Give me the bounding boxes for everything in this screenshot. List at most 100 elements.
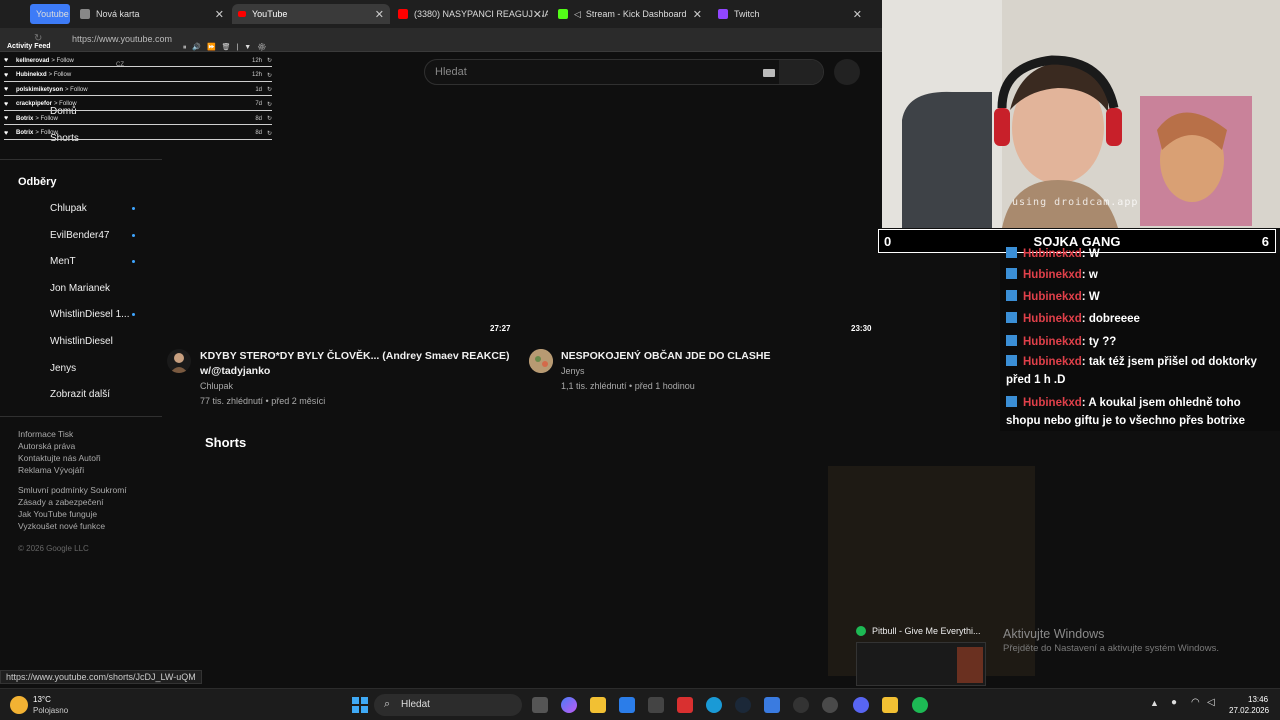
app-icon[interactable] bbox=[764, 697, 780, 713]
microphone-icon[interactable]: ● bbox=[1171, 697, 1177, 708]
windows-activation-title: Aktivujte Windows bbox=[1003, 627, 1105, 641]
search-input[interactable]: Hledat bbox=[435, 66, 467, 78]
kick-badge-icon bbox=[1006, 396, 1017, 407]
chat-overlay: Hubinekxd: W Hubinekxd: w Hubinekxd: W Hubi… bbox=[1000, 247, 1280, 431]
sidebar-item-subscription[interactable]: Chlupak bbox=[50, 203, 87, 214]
discord-icon[interactable] bbox=[853, 697, 869, 713]
tab-label: Nová karta bbox=[96, 9, 140, 19]
sidebar-item-subscription[interactable]: Jon Marianek bbox=[50, 283, 110, 294]
tab-kick[interactable]: ◁ Stream - Kick Dashboard ✕ bbox=[552, 4, 708, 24]
follow-action: > Follow bbox=[48, 72, 72, 78]
chat-username: Hubinekxd bbox=[1023, 291, 1082, 303]
copilot-icon[interactable] bbox=[561, 697, 577, 713]
tab-new[interactable]: Nová karta ✕ bbox=[74, 4, 230, 24]
twitch-icon bbox=[718, 9, 728, 19]
wifi-icon[interactable]: ◠ bbox=[1191, 697, 1200, 708]
keyboard-icon[interactable] bbox=[763, 69, 775, 77]
tab-twitch[interactable]: Twitch ✕ bbox=[712, 4, 868, 24]
taskbar-search[interactable]: ⌕ Hledat bbox=[374, 694, 522, 716]
volume-icon[interactable]: ◁ bbox=[1207, 697, 1215, 708]
footer-link[interactable]: Vyzkoušet nové funkce bbox=[18, 521, 105, 531]
sidebar-item-subscription[interactable]: WhistlinDiesel bbox=[50, 336, 113, 347]
close-icon[interactable]: ✕ bbox=[215, 8, 224, 21]
search-box[interactable]: Hledat bbox=[424, 59, 824, 85]
replay-icon[interactable]: ↻ bbox=[267, 72, 272, 79]
steam-icon[interactable] bbox=[735, 697, 751, 713]
chat-username: Hubinekxd bbox=[1023, 248, 1082, 260]
activity-feed-row: ♥ kellnerovad > Follow 12h ↻ bbox=[4, 55, 272, 67]
edge-icon[interactable] bbox=[706, 697, 722, 713]
replay-icon[interactable]: ↻ bbox=[267, 115, 272, 122]
search-button[interactable] bbox=[779, 60, 823, 84]
browser-tab-bar: Youtube Nová karta ✕ YouTube ✕ (3380) NA… bbox=[0, 0, 882, 28]
microphone-button[interactable] bbox=[834, 59, 860, 85]
chat-message: Hubinekxd: dobreeee bbox=[1006, 310, 1270, 328]
sidebar-item-subscription[interactable]: WhistlinDiesel 1... bbox=[50, 309, 129, 320]
sidebar-item-subscription[interactable]: Jenys bbox=[50, 363, 76, 374]
channel-name[interactable]: Jenys bbox=[561, 366, 585, 376]
sidebar-item-subscription[interactable]: Zobrazit další bbox=[50, 389, 110, 400]
windows-start-icon[interactable] bbox=[352, 697, 368, 713]
close-icon[interactable]: ✕ bbox=[693, 8, 702, 21]
chrome-icon[interactable] bbox=[822, 697, 838, 713]
replay-icon[interactable]: ↻ bbox=[267, 130, 272, 137]
heart-icon: ♥ bbox=[4, 115, 9, 122]
webcam-view: using droidcam.app bbox=[882, 0, 1280, 228]
replay-icon[interactable]: ↻ bbox=[267, 57, 272, 64]
channel-avatar[interactable] bbox=[529, 349, 553, 373]
file-explorer-icon[interactable] bbox=[590, 697, 606, 713]
taskbar: 13°C Polojasno ⌕ Hledat ▲ ● ◠ ◁ 13:46 27… bbox=[0, 688, 1280, 720]
footer-link[interactable]: Reklama Vývojáři bbox=[18, 465, 84, 475]
activity-feed-row: ♥ Botrix > Follow 8d ↻ bbox=[4, 113, 272, 125]
sidebar-item-subscription[interactable]: EvilBender47 bbox=[50, 230, 109, 241]
kick-badge-icon bbox=[1006, 247, 1017, 258]
activity-feed-controls[interactable]: ⏸ 🔊 ⏩ 🗑 | ▼ ⚙ bbox=[183, 43, 268, 52]
webcam-watermark: using droidcam.app bbox=[1012, 197, 1139, 208]
tab-youtube[interactable]: YouTube ✕ bbox=[232, 4, 390, 24]
kick-icon bbox=[558, 9, 568, 19]
channel-avatar[interactable] bbox=[167, 349, 191, 373]
follower-name: polskimiketyson bbox=[16, 86, 64, 93]
store-icon[interactable] bbox=[619, 697, 635, 713]
chat-text: : W bbox=[1081, 248, 1100, 260]
chat-username: Hubinekxd bbox=[1023, 397, 1082, 409]
shorts-heading: Shorts bbox=[205, 435, 247, 450]
app-icon[interactable] bbox=[677, 697, 693, 713]
chat-message: Hubinekxd: A koukal jsem ohledně toho sh… bbox=[1006, 394, 1270, 430]
video-title[interactable]: NESPOKOJENÝ OBČAN JDE DO CLASHE bbox=[561, 349, 770, 364]
replay-icon[interactable]: ↻ bbox=[267, 101, 272, 108]
status-bar-url: https://www.youtube.com/shorts/JcDJ_LW-u… bbox=[0, 670, 202, 684]
replay-icon[interactable]: ↻ bbox=[267, 86, 272, 93]
task-view-icon[interactable] bbox=[532, 697, 548, 713]
close-icon[interactable]: ✕ bbox=[375, 8, 384, 21]
kick-badge-icon bbox=[1006, 268, 1017, 279]
video-title[interactable]: KDYBY STERO*DY BYLY ČLOVĚK... (Andrey Sm… bbox=[200, 349, 509, 379]
event-age: 12h bbox=[251, 57, 262, 64]
footer-link[interactable]: Autorská práva bbox=[18, 441, 75, 451]
footer-link[interactable]: Informace Tisk bbox=[18, 429, 73, 439]
footer-link[interactable]: Smluvní podmínky Soukromí bbox=[18, 485, 127, 495]
close-icon[interactable]: ✕ bbox=[532, 7, 542, 21]
footer-link[interactable]: Zásady a zabezpečení bbox=[18, 497, 104, 507]
tab-group-youtube[interactable]: Youtube bbox=[30, 4, 70, 24]
spotify-icon[interactable] bbox=[912, 697, 928, 713]
heart-icon: ♥ bbox=[4, 71, 9, 79]
game-icon[interactable] bbox=[648, 697, 664, 713]
subscriptions-title: Odběry bbox=[18, 176, 57, 188]
activity-feed-row: ♥ Botrix > Follow 8d ↻ bbox=[4, 128, 272, 140]
chevron-up-icon[interactable]: ▲ bbox=[1150, 698, 1159, 708]
sidebar-item-subscription[interactable]: MenT bbox=[50, 256, 76, 267]
clock-time: 13:46 bbox=[1248, 695, 1269, 704]
footer-link[interactable]: Kontaktujte nás Autoři bbox=[18, 453, 101, 463]
spotify-preview[interactable]: Pitbull - Give Me Everythi... bbox=[850, 618, 990, 688]
tab-nasypanci[interactable]: (3380) NASYPANCI REAGUJÍ NA L ✕ bbox=[392, 4, 548, 24]
video-title-line: w/@tadyjanko bbox=[200, 365, 271, 377]
channel-name[interactable]: Chlupak bbox=[200, 381, 233, 391]
app-icon[interactable] bbox=[882, 697, 898, 713]
obs-icon[interactable] bbox=[793, 697, 809, 713]
follow-action: > Follow bbox=[65, 86, 88, 93]
activity-feed-row: ♥ Hubinekxd > Follow 12h ↻ bbox=[4, 70, 272, 82]
page-icon bbox=[80, 9, 90, 19]
footer-link[interactable]: Jak YouTube funguje bbox=[18, 509, 97, 519]
close-icon[interactable]: ✕ bbox=[853, 8, 862, 21]
